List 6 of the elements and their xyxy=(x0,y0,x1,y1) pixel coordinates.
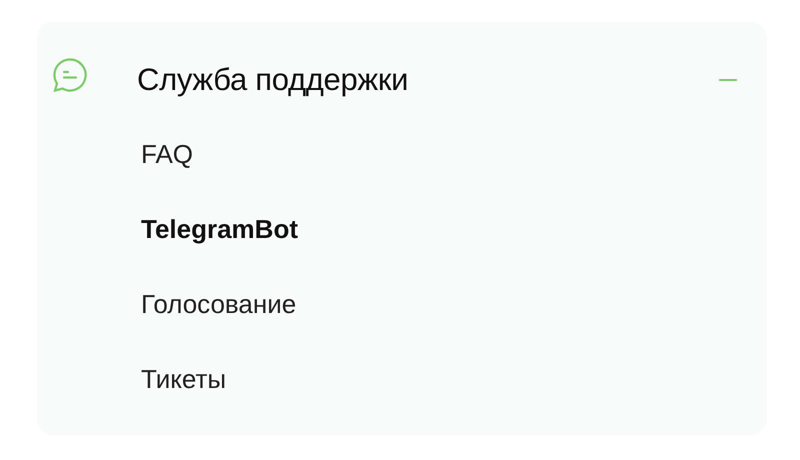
chat-bubble-icon xyxy=(52,57,88,93)
menu-item[interactable]: FAQ xyxy=(141,138,194,213)
menu-item[interactable]: Тикеты xyxy=(141,363,226,438)
menu-item[interactable]: TelegramBot xyxy=(141,213,298,288)
menu-item[interactable]: Голосование xyxy=(141,288,296,363)
section-title: Служба поддержки xyxy=(137,60,408,99)
